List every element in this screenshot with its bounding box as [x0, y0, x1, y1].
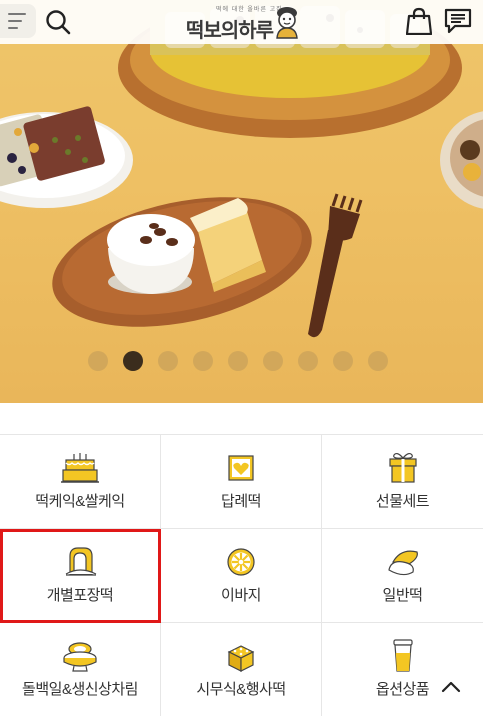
category-label: 떡케익&쌀케익	[35, 493, 125, 510]
gift-icon	[388, 452, 417, 483]
category-options[interactable]: 옵션상품	[322, 623, 483, 716]
pagination-dot-4[interactable]	[193, 351, 213, 371]
pagination-dot-2-active[interactable]	[123, 351, 143, 371]
category-thank-you-cake[interactable]: 답례떡	[161, 435, 322, 529]
hero-banner[interactable]	[0, 0, 483, 403]
pagination-dot-1[interactable]	[88, 351, 108, 371]
pagination-dot-7[interactable]	[298, 351, 318, 371]
category-cake[interactable]: 떡케익&쌀케익	[0, 435, 161, 529]
chat-icon[interactable]	[444, 8, 472, 34]
category-gift-set[interactable]: 선물세트	[322, 435, 483, 529]
category-ibaji[interactable]: 이바지	[161, 529, 322, 623]
menu-icon[interactable]	[0, 4, 36, 38]
category-general-rice-cake[interactable]: 일반떡	[322, 529, 483, 623]
pagination-dot-8[interactable]	[333, 351, 353, 371]
category-label: 시무식&행사떡	[196, 681, 286, 698]
category-first-birthday-table[interactable]: 돌백일&생신상차림	[0, 623, 161, 716]
cup-icon	[392, 639, 413, 672]
shopping-bag-icon[interactable]	[406, 7, 432, 35]
pagination-dot-3[interactable]	[158, 351, 178, 371]
mascot-logo-icon	[276, 7, 298, 39]
category-label: 답례떡	[221, 493, 261, 510]
scroll-top-icon[interactable]	[438, 676, 464, 696]
table-setting-icon	[63, 642, 97, 672]
pagination-dot-6[interactable]	[263, 351, 283, 371]
cake-icon	[61, 453, 99, 483]
pagination-dot-9[interactable]	[368, 351, 388, 371]
category-grid: 떡케익&쌀케익 답례떡 선물세트 개별포장떡 이바지 일반떡 돌백일&생신상차림…	[0, 434, 483, 716]
banner-pagination	[88, 351, 388, 371]
tray-icon	[227, 645, 255, 672]
category-label: 개별포장떡	[46, 587, 114, 604]
top-header: 떡에 대한 올바른 고집 떡보의하루	[0, 0, 483, 44]
search-icon[interactable]	[44, 8, 72, 36]
category-label: 선물세트	[375, 493, 430, 510]
wrapped-rice-cake-icon	[65, 547, 97, 576]
brand-logo[interactable]: 떡에 대한 올바른 고집 떡보의하루	[182, 2, 314, 42]
pagination-dot-5[interactable]	[228, 351, 248, 371]
category-event-rice-cake[interactable]: 시무식&행사떡	[161, 623, 322, 716]
rice-cake-icon	[387, 550, 418, 576]
category-label: 일반떡	[382, 587, 423, 604]
orange-slice-icon	[227, 548, 255, 576]
heart-box-icon	[228, 455, 254, 481]
category-label: 이바지	[221, 587, 261, 604]
category-individually-wrapped[interactable]: 개별포장떡	[0, 529, 161, 623]
category-label: 돌백일&생신상차림	[22, 681, 138, 698]
banner-image	[0, 0, 483, 338]
logo-text: 떡보의하루	[186, 18, 274, 42]
